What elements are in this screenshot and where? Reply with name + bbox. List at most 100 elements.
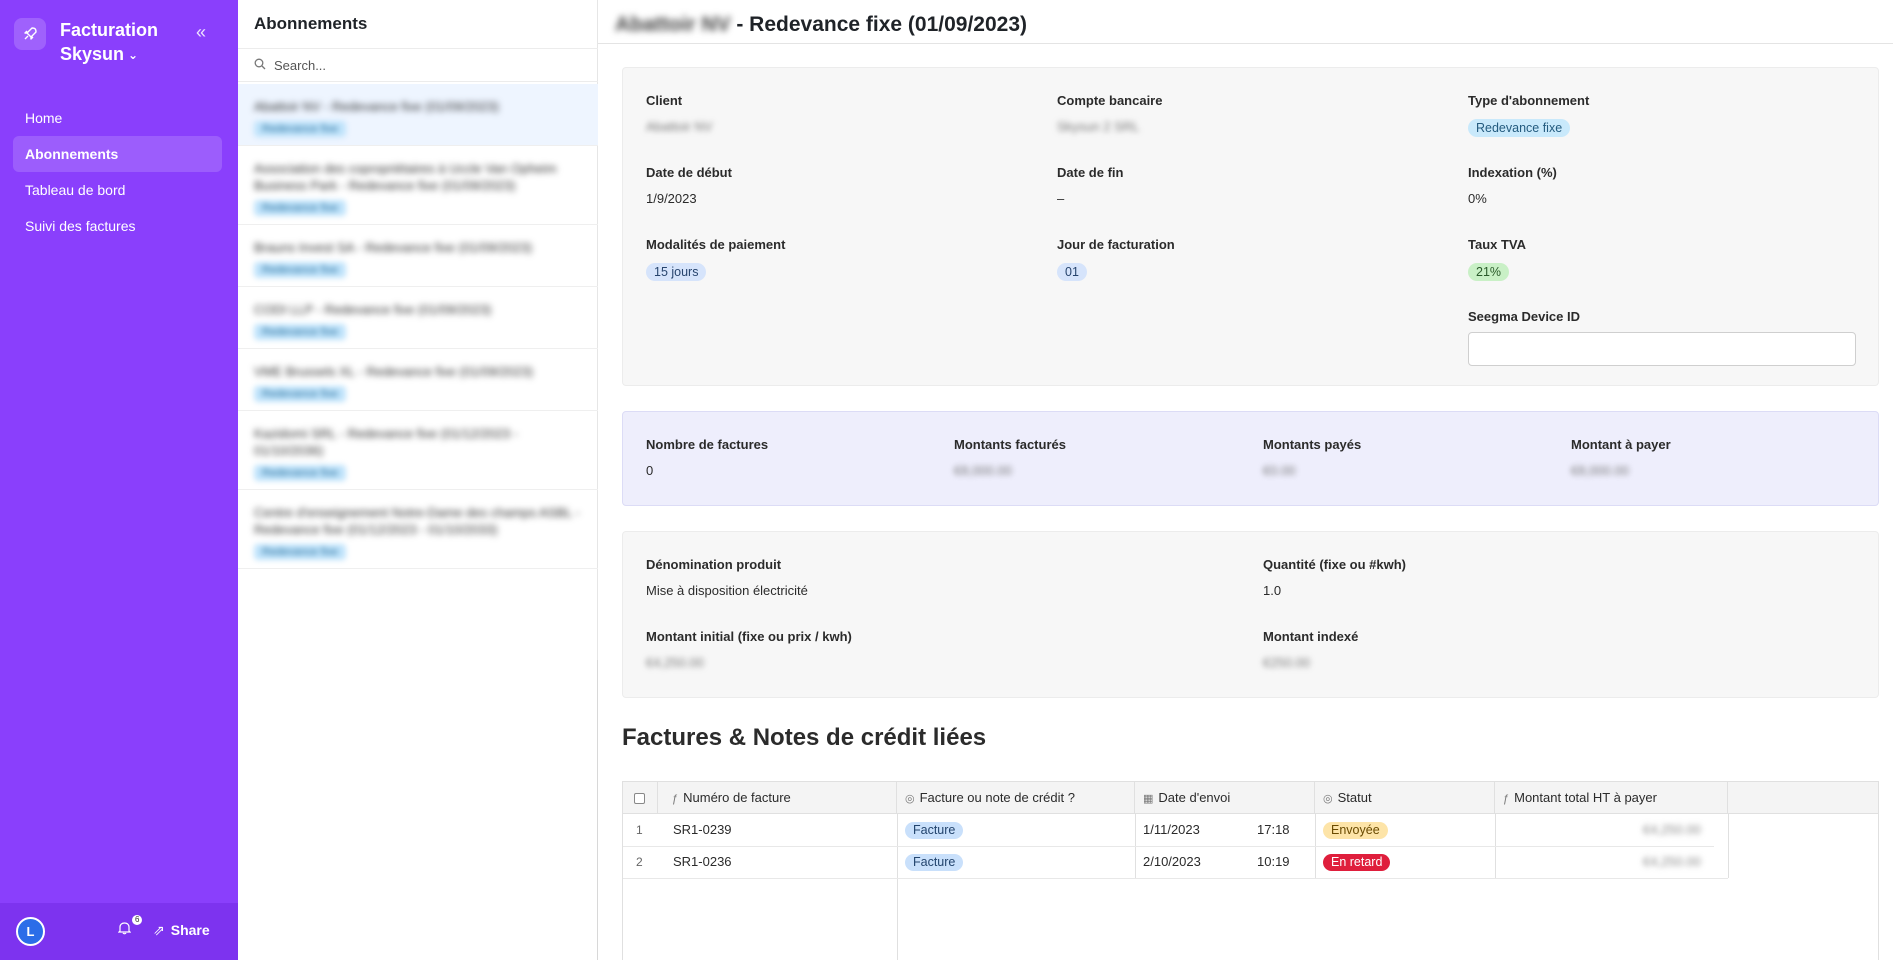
count-value: 0 xyxy=(646,463,654,478)
formula-icon: ƒ xyxy=(672,793,679,805)
share-icon: ⇗ xyxy=(153,922,165,938)
select-all-checkbox[interactable] xyxy=(634,793,645,804)
table-row[interactable]: 2 SR1-0236 Facture 2/10/2023 10:19 En re… xyxy=(623,846,1878,878)
index-label: Indexation (%) xyxy=(1468,165,1557,180)
invoice-number[interactable]: SR1-0236 xyxy=(673,846,732,878)
invoice-kind-tag: Facture xyxy=(905,822,964,839)
select-icon: ◎ xyxy=(1323,793,1333,805)
subscription-list: Abattoir NV - Redevance fixe (01/09/2023… xyxy=(238,84,598,569)
search-bar xyxy=(238,48,598,82)
list-item-tag: Redevance fixe xyxy=(254,324,346,340)
device-label: Seegma Device ID xyxy=(1468,309,1581,324)
sidebar: Facturation Skysun ⌄ « Home Abonnements T… xyxy=(0,0,238,960)
list-item-title: Centre d'enseignement Notre-Dame des cha… xyxy=(254,505,580,537)
end-date-field: Date de fin – xyxy=(1057,165,1123,206)
list-item-tag: Redevance fixe xyxy=(254,465,346,481)
invoices-section-title: Factures & Notes de crédit liées xyxy=(622,724,987,751)
list-item-title: Brauns Invest SA - Redevance fixe (01/09… xyxy=(254,240,533,255)
bank-value[interactable]: Skysun 2 SRL xyxy=(1057,119,1162,134)
list-item-tag: Redevance fixe xyxy=(254,262,346,278)
column-header-montant[interactable]: ƒ Montant total HT à payer xyxy=(1495,782,1728,814)
page-title-rest: - Redevance fixe (01/09/2023) xyxy=(730,13,1028,36)
indexation-field: Indexation (%) 0% xyxy=(1468,165,1557,206)
index-value[interactable]: 0% xyxy=(1468,191,1557,206)
collapse-sidebar-icon[interactable]: « xyxy=(196,22,206,43)
product-name-label: Dénomination produit xyxy=(646,557,782,572)
billing-day-label: Jour de facturation xyxy=(1057,237,1175,252)
sidebar-nav: Home Abonnements Tableau de bord Suivi d… xyxy=(13,100,222,244)
list-item-title: Abattoir NV - Redevance fixe (01/09/2023… xyxy=(254,99,499,114)
list-item[interactable]: Abattoir NV - Redevance fixe (01/09/2023… xyxy=(238,84,598,146)
list-item-title: Association des copropriétaires à Uccle … xyxy=(254,161,557,193)
list-item-tag: Redevance fixe xyxy=(254,200,346,216)
client-field: Client Abattoir NV xyxy=(646,93,712,134)
list-item[interactable]: CODI LLP - Redevance fixe (01/09/2023) R… xyxy=(238,287,598,349)
column-header-date[interactable]: ▦ Date d'envoi xyxy=(1135,782,1315,814)
start-date-field: Date de début 1/9/2023 xyxy=(646,165,732,206)
share-button[interactable]: ⇗ Share xyxy=(153,922,210,939)
list-title: Abonnements xyxy=(254,14,368,33)
details-card: Client Abattoir NV Compte bancaire Skysu… xyxy=(622,67,1879,386)
list-item[interactable]: Brauns Invest SA - Redevance fixe (01/09… xyxy=(238,225,598,287)
sidebar-item-home[interactable]: Home xyxy=(13,100,222,136)
paid-value: €0.00 xyxy=(1263,463,1296,478)
row-index: 1 xyxy=(636,823,643,837)
sidebar-item-tableau-de-bord[interactable]: Tableau de bord xyxy=(13,172,222,208)
column-header-statut[interactable]: ◎ Statut xyxy=(1315,782,1495,814)
formula-icon: ƒ xyxy=(1503,793,1510,805)
invoice-date[interactable]: 2/10/2023 xyxy=(1143,846,1201,878)
count-label: Nombre de factures xyxy=(646,437,769,452)
list-item-title: Kazidomi SRL - Redevance fixe (01/12/202… xyxy=(254,426,518,458)
list-item[interactable]: Kazidomi SRL - Redevance fixe (01/12/202… xyxy=(238,411,598,490)
due-label: Montant à payer xyxy=(1571,437,1671,452)
vat-label: Taux TVA xyxy=(1468,237,1527,252)
billed-value: €8,000.00 xyxy=(954,463,1012,478)
column-header-type[interactable]: ◎ Facture ou note de crédit ? xyxy=(897,782,1135,814)
quantity-value[interactable]: 1.0 xyxy=(1263,583,1406,598)
list-item-tag: Redevance fixe xyxy=(254,544,346,560)
sidebar-footer: L 6 ⇗ Share xyxy=(0,903,238,960)
list-item-title: VME Brussels XL - Redevance fixe (01/09/… xyxy=(254,364,534,379)
start-value[interactable]: 1/9/2023 xyxy=(646,191,732,206)
list-item-tag: Redevance fixe xyxy=(254,121,346,137)
product-card: Dénomination produit Mise à disposition … xyxy=(622,531,1879,698)
select-all-column xyxy=(623,782,658,814)
calendar-icon: ▦ xyxy=(1143,793,1154,805)
rocket-icon xyxy=(14,18,46,50)
indexed-amount-field: Montant indexé €250.00 xyxy=(1263,629,1358,670)
invoice-amount: €4,250.00 xyxy=(1643,854,1701,869)
device-id-input[interactable] xyxy=(1468,332,1856,366)
search-icon xyxy=(254,58,266,73)
sidebar-item-suivi-des-factures[interactable]: Suivi des factures xyxy=(13,208,222,244)
invoice-time: 10:19 xyxy=(1257,854,1290,869)
client-value[interactable]: Abattoir NV xyxy=(646,119,712,134)
invoice-date[interactable]: 1/11/2023 xyxy=(1143,814,1200,846)
product-name-value[interactable]: Mise à disposition électricité xyxy=(646,583,808,598)
end-value[interactable]: – xyxy=(1057,191,1123,206)
row-index: 2 xyxy=(636,855,643,869)
billing-day-field: Jour de facturation 01 xyxy=(1057,237,1175,281)
status-badge: En retard xyxy=(1323,854,1391,871)
initial-amount-value[interactable]: €4,250.00 xyxy=(646,655,852,670)
client-label: Client xyxy=(646,93,683,108)
workspace-switcher[interactable]: Facturation Skysun ⌄ xyxy=(14,18,158,67)
sidebar-item-abonnements[interactable]: Abonnements xyxy=(13,136,222,172)
avatar[interactable]: L xyxy=(16,917,45,946)
invoice-time: 17:18 xyxy=(1257,822,1290,837)
list-item[interactable]: Association des copropriétaires à Uccle … xyxy=(238,146,598,225)
list-item-tag: Redevance fixe xyxy=(254,386,346,402)
end-label: Date de fin xyxy=(1057,165,1124,180)
product-name-field: Dénomination produit Mise à disposition … xyxy=(646,557,808,598)
subscription-type-field: Type d'abonnement Redevance fixe xyxy=(1468,93,1589,137)
list-item[interactable]: Centre d'enseignement Notre-Dame des cha… xyxy=(238,490,598,569)
column-header-numero[interactable]: ƒ Numéro de facture xyxy=(658,782,897,814)
search-input[interactable] xyxy=(274,57,574,73)
list-item[interactable]: VME Brussels XL - Redevance fixe (01/09/… xyxy=(238,349,598,411)
table-row[interactable]: 1 SR1-0239 Facture 1/11/2023 17:18 Envoy… xyxy=(623,814,1878,846)
bank-account-field: Compte bancaire Skysun 2 SRL xyxy=(1057,93,1162,134)
invoice-number[interactable]: SR1-0239 xyxy=(673,814,732,846)
bell-icon[interactable] xyxy=(117,921,132,938)
indexed-amount-value: €250.00 xyxy=(1263,655,1310,670)
quantity-label: Quantité (fixe ou #kwh) xyxy=(1263,557,1407,572)
paid-amount-stat: Montants payés €0.00 xyxy=(1263,437,1361,478)
